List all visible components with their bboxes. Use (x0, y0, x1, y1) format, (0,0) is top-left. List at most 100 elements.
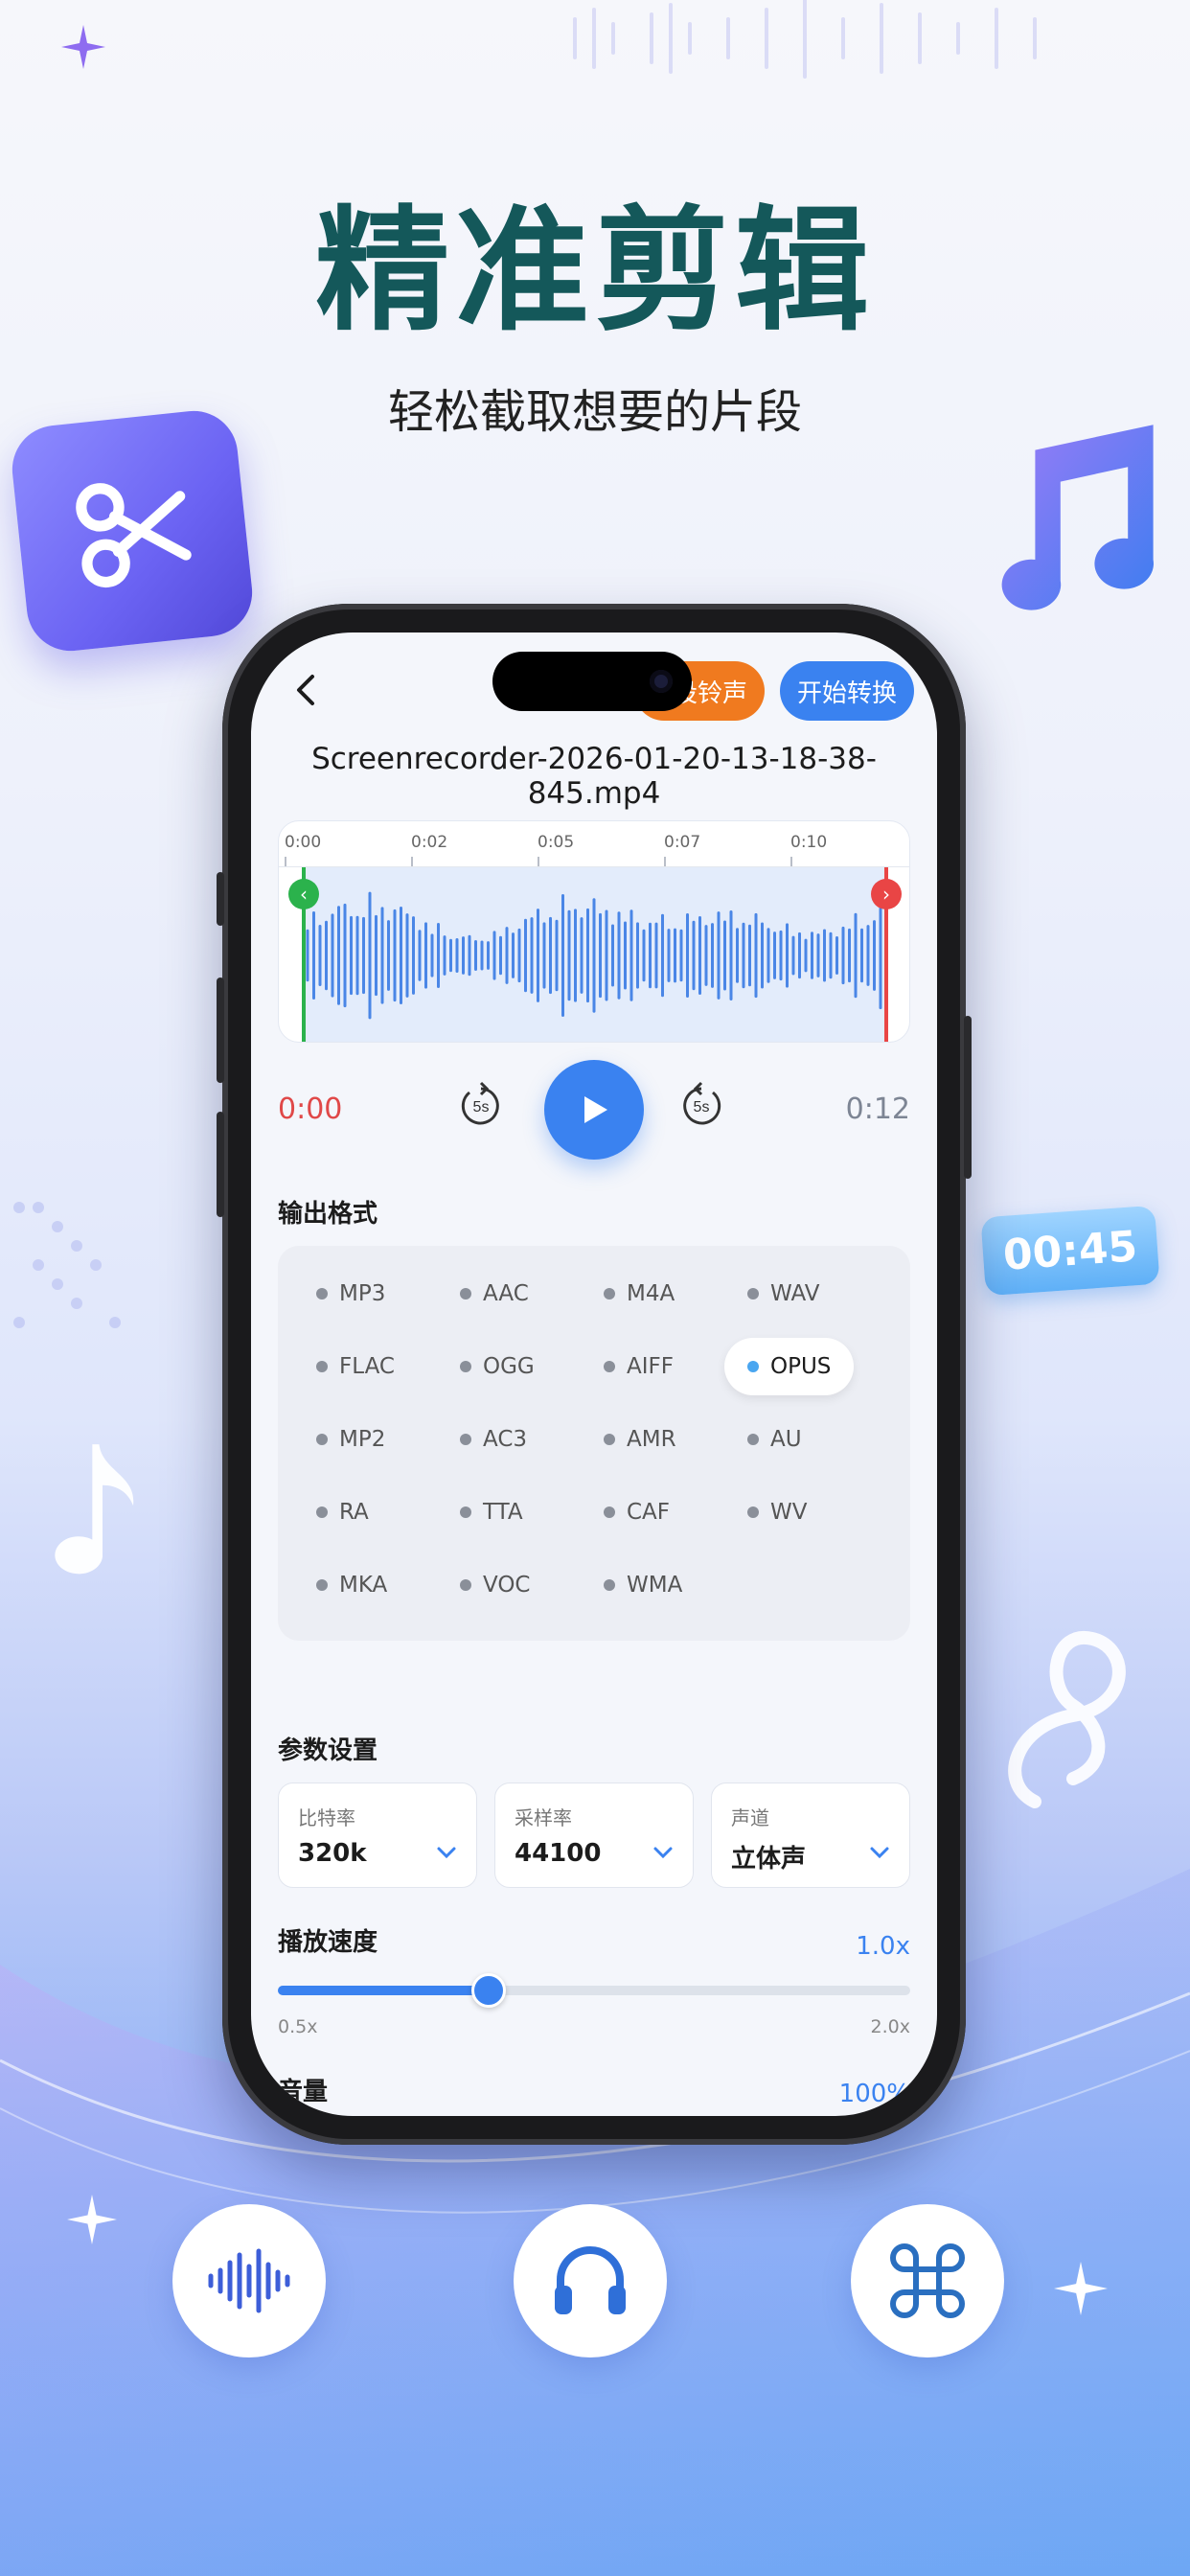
format-radio-dot (604, 1579, 615, 1591)
audio-waveform (306, 891, 882, 1020)
file-name: Screenrecorder-2026-01-20-13-18-38-845.m… (311, 742, 877, 811)
command-feature-button[interactable] (851, 2204, 1004, 2358)
format-radio-dot (460, 1434, 471, 1445)
music-note-icon (1001, 425, 1154, 610)
bitrate-select[interactable]: 比特率 320k (278, 1782, 477, 1888)
format-label: WAV (770, 1281, 820, 1306)
format-option[interactable]: WMA (604, 1556, 682, 1614)
format-option[interactable]: RA (316, 1484, 369, 1541)
format-option[interactable]: WAV (747, 1265, 819, 1322)
format-radio-dot (316, 1579, 328, 1591)
format-radio-dot (747, 1361, 759, 1372)
format-radio-dot (316, 1506, 328, 1518)
format-label: M4A (627, 1281, 675, 1306)
left-dots (13, 1202, 121, 1328)
trim-start-handle[interactable]: ‹ (288, 879, 319, 909)
scissors-icon (76, 483, 192, 588)
format-option[interactable]: MP3 (316, 1265, 385, 1322)
format-option[interactable]: M4A (604, 1265, 675, 1322)
format-label: OPUS (770, 1354, 832, 1379)
skip-forward-5s-button[interactable]: 5s (675, 1079, 728, 1133)
speed-slider[interactable] (278, 1973, 910, 2008)
format-label: WMA (627, 1573, 683, 1598)
format-label: WV (770, 1500, 808, 1525)
play-button[interactable] (544, 1060, 644, 1160)
format-option[interactable]: AIFF (604, 1338, 674, 1395)
phone-side-button (964, 1016, 972, 1179)
total-time: 0:12 (845, 1092, 910, 1126)
svg-text:5s: 5s (473, 1099, 490, 1116)
back-arrow-icon[interactable] (284, 667, 330, 713)
sample-rate-select[interactable]: 采样率 44100 (494, 1782, 694, 1888)
format-option[interactable]: MKA (316, 1556, 387, 1614)
timeline-tick: 0:05 (538, 833, 575, 852)
format-label: AAC (483, 1281, 529, 1306)
timeline-ruler: 0:00 0:02 0:05 0:07 0:10 (279, 821, 909, 867)
format-label: RA (339, 1500, 369, 1525)
speed-slider-thumb[interactable] (470, 1973, 506, 2008)
sparkle-icon (67, 2195, 117, 2244)
treble-clef-icon (1008, 1630, 1126, 1808)
format-option[interactable]: AU (747, 1411, 802, 1468)
play-icon (584, 1096, 607, 1123)
format-radio-dot (460, 1579, 471, 1591)
format-option[interactable]: AMR (604, 1411, 676, 1468)
waveform-feature-button[interactable] (172, 2204, 326, 2358)
format-option[interactable]: MP2 (316, 1411, 385, 1468)
format-label: FLAC (339, 1354, 395, 1379)
channel-select[interactable]: 声道 立体声 (711, 1782, 910, 1888)
headphones-icon (555, 2246, 626, 2314)
waveform-editor[interactable]: 0:00 0:02 0:05 0:07 0:10 ‹ › (278, 820, 910, 1043)
format-radio-dot (747, 1434, 759, 1445)
format-option[interactable]: TTA (460, 1484, 523, 1541)
sparkle-icon (1054, 2262, 1108, 2315)
format-option[interactable]: FLAC (316, 1338, 395, 1395)
speed-value: 1.0x (856, 1932, 910, 1961)
format-option[interactable]: WV (747, 1484, 807, 1541)
format-label: AMR (627, 1427, 676, 1452)
format-label: MP2 (339, 1427, 386, 1452)
channel-value: 立体声 (731, 1845, 807, 1874)
format-radio-dot (604, 1288, 615, 1300)
format-option[interactable]: VOC (460, 1556, 531, 1614)
waveform-icon (208, 2248, 290, 2313)
app-screen: 设铃声 开始转换 Screenrecorder-2026-01-20-13-18… (251, 632, 937, 2116)
format-radio-dot (604, 1361, 615, 1372)
format-radio-dot (316, 1434, 328, 1445)
svg-text:5s: 5s (694, 1099, 710, 1116)
skip-back-5s-button[interactable]: 5s (454, 1079, 508, 1133)
volume-title: 音量 (278, 2078, 329, 2106)
sparkle-icon (61, 25, 105, 69)
format-radio-dot (604, 1506, 615, 1518)
format-radio-dot (316, 1288, 328, 1300)
chevron-down-icon (437, 1847, 456, 1859)
speed-title: 播放速度 (278, 1928, 378, 1957)
dynamic-island (492, 652, 692, 711)
format-radio-dot (460, 1361, 471, 1372)
headphones-feature-button[interactable] (514, 2204, 667, 2358)
timeline-tick: 0:07 (664, 833, 701, 852)
format-option[interactable]: CAF (604, 1484, 670, 1541)
speed-max-label: 2.0x (870, 2016, 910, 2037)
format-label: AU (770, 1427, 802, 1452)
left-waveform (5, 944, 206, 1184)
format-label: CAF (627, 1500, 671, 1525)
params-title: 参数设置 (278, 1736, 378, 1765)
format-radio-dot (604, 1434, 615, 1445)
format-label: AIFF (627, 1354, 674, 1379)
sample-rate-label: 采样率 (515, 1806, 572, 1829)
top-faint-waveform (573, 0, 1037, 79)
format-option[interactable]: AC3 (460, 1411, 527, 1468)
start-convert-button[interactable]: 开始转换 (780, 661, 914, 721)
speed-slider-fill (278, 1986, 489, 1995)
format-label: TTA (483, 1500, 523, 1525)
channel-label: 声道 (731, 1806, 769, 1829)
trim-end-handle[interactable]: › (871, 879, 902, 909)
chevron-down-icon (870, 1847, 889, 1859)
timeline-tick: 0:02 (411, 833, 448, 852)
format-option[interactable]: OGG (460, 1338, 535, 1395)
format-option[interactable]: OPUS (724, 1338, 855, 1395)
format-option[interactable]: AAC (460, 1265, 529, 1322)
phone-mockup: 设铃声 开始转换 Screenrecorder-2026-01-20-13-18… (217, 604, 972, 2145)
current-time: 0:00 (278, 1092, 343, 1126)
